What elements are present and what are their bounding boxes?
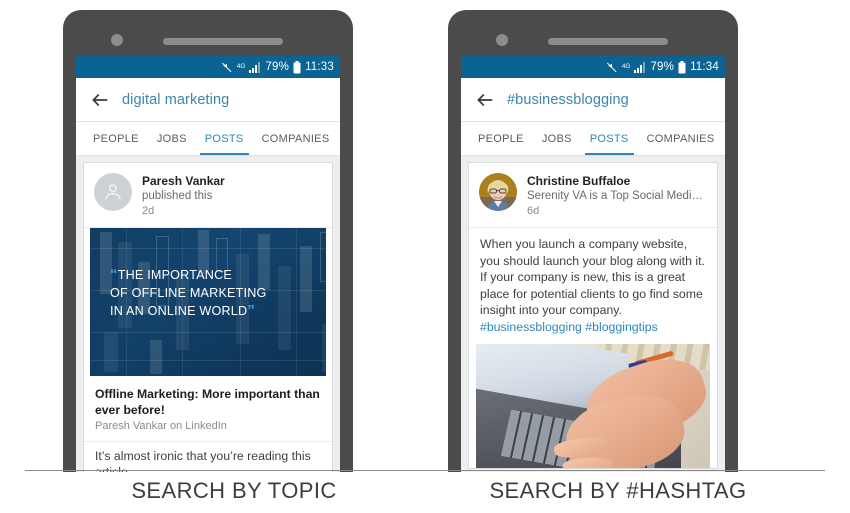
post-hashtags[interactable]: #businessblogging #bloggingtips — [480, 320, 658, 334]
search-input[interactable]: digital marketing — [122, 92, 229, 108]
post-card[interactable]: Christine Buffaloe Serenity VA is a Top … — [468, 162, 718, 469]
feed-right[interactable]: Christine Buffaloe Serenity VA is a Top … — [461, 156, 725, 472]
tab-jobs[interactable]: JOBS — [148, 122, 196, 155]
feed-left[interactable]: Paresh Vankar published this 2d “THE IMP… — [76, 156, 340, 472]
post-body-copy: When you launch a company website, you s… — [480, 237, 705, 317]
back-arrow-icon[interactable] — [90, 90, 110, 110]
post-body-text: When you launch a company website, you s… — [469, 228, 717, 344]
battery-icon — [678, 60, 686, 74]
search-result-tabs-right[interactable]: PEOPLE JOBS POSTS COMPANIES GROU — [461, 122, 725, 156]
post-timestamp: 2d — [142, 205, 155, 217]
back-arrow-icon[interactable] — [475, 90, 495, 110]
article-quote-image[interactable]: “THE IMPORTANCE OF OFFLINE MARKETING IN … — [90, 228, 326, 376]
article-excerpt: It’s almost ironic that you’re reading t… — [84, 441, 332, 472]
post-card[interactable]: Paresh Vankar published this 2d “THE IMP… — [83, 162, 333, 472]
article-title[interactable]: Offline Marketing: More important than e… — [84, 376, 332, 418]
tab-companies[interactable]: COMPANIES — [253, 122, 339, 155]
horizontal-divider — [25, 470, 825, 471]
earpiece-speaker — [548, 38, 668, 45]
phone-mockup-right: 4G 79% 11:34 #businessblogging PEOPLE JO… — [448, 10, 738, 472]
quote-line-2: OF OFFLINE MARKETING — [110, 286, 267, 300]
post-photo-laptop[interactable] — [476, 344, 710, 468]
caption-right: SEARCH BY #HASHTAG — [489, 478, 747, 503]
network-type-label: 4G — [621, 63, 631, 70]
clock-label: 11:33 — [305, 61, 334, 73]
avatar-placeholder-icon — [94, 173, 132, 211]
tab-companies[interactable]: COMPANIES — [638, 122, 724, 155]
post-meta: Paresh Vankar published this 2d — [142, 173, 225, 218]
status-bar-left: 4G 79% 11:33 — [76, 56, 340, 78]
open-quote-icon: “ — [110, 266, 118, 283]
battery-percent-label: 79% — [265, 61, 290, 73]
post-author-subtitle: Serenity VA is a Top Social Media Strate… — [527, 190, 707, 202]
post-header: Christine Buffaloe Serenity VA is a Top … — [469, 163, 717, 227]
front-camera-icon — [496, 34, 508, 46]
caption-left: SEARCH BY TOPIC — [131, 478, 337, 503]
quote-line-1: THE IMPORTANCE — [117, 268, 232, 282]
search-bar-left: digital marketing — [76, 78, 340, 122]
tab-groups[interactable]: GROU — [723, 122, 725, 155]
tab-posts[interactable]: POSTS — [196, 122, 253, 155]
post-author-name[interactable]: Christine Buffaloe — [527, 174, 707, 189]
front-camera-icon — [111, 34, 123, 46]
network-type-label: 4G — [236, 63, 246, 70]
phone-screen-left: 4G 79% 11:33 digital marketing PEOPLE JO… — [76, 56, 340, 472]
post-author-name[interactable]: Paresh Vankar — [142, 174, 225, 189]
mute-icon — [606, 61, 618, 73]
avatar[interactable] — [479, 173, 517, 211]
signal-bars-icon — [634, 61, 646, 73]
post-author-subtitle: published this — [142, 190, 213, 202]
tab-groups[interactable]: GROU — [338, 122, 340, 155]
quote-text-block: “THE IMPORTANCE OF OFFLINE MARKETING IN … — [110, 266, 316, 320]
quote-line-3: IN AN ONLINE WORLD — [110, 304, 248, 318]
search-input[interactable]: #businessblogging — [507, 92, 629, 108]
mute-icon — [221, 61, 233, 73]
tab-people[interactable]: PEOPLE — [469, 122, 533, 155]
poster-canvas: 4G 79% 11:33 digital marketing PEOPLE JO… — [0, 0, 850, 513]
tab-people[interactable]: PEOPLE — [84, 122, 148, 155]
earpiece-speaker — [163, 38, 283, 45]
post-meta: Christine Buffaloe Serenity VA is a Top … — [527, 173, 707, 218]
clock-label: 11:34 — [690, 61, 719, 73]
post-timestamp: 6d — [527, 205, 540, 217]
phone-screen-right: 4G 79% 11:34 #businessblogging PEOPLE JO… — [461, 56, 725, 472]
search-bar-right: #businessblogging — [461, 78, 725, 122]
battery-icon — [293, 60, 301, 74]
tab-posts[interactable]: POSTS — [581, 122, 638, 155]
battery-percent-label: 79% — [650, 61, 675, 73]
status-bar-right: 4G 79% 11:34 — [461, 56, 725, 78]
signal-bars-icon — [249, 61, 261, 73]
close-quote-icon: ” — [247, 302, 255, 319]
post-header: Paresh Vankar published this 2d — [84, 163, 332, 227]
phone-mockup-left: 4G 79% 11:33 digital marketing PEOPLE JO… — [63, 10, 353, 472]
search-result-tabs-left[interactable]: PEOPLE JOBS POSTS COMPANIES GROU — [76, 122, 340, 156]
article-source: Paresh Vankar on LinkedIn — [95, 420, 227, 432]
tab-jobs[interactable]: JOBS — [533, 122, 581, 155]
